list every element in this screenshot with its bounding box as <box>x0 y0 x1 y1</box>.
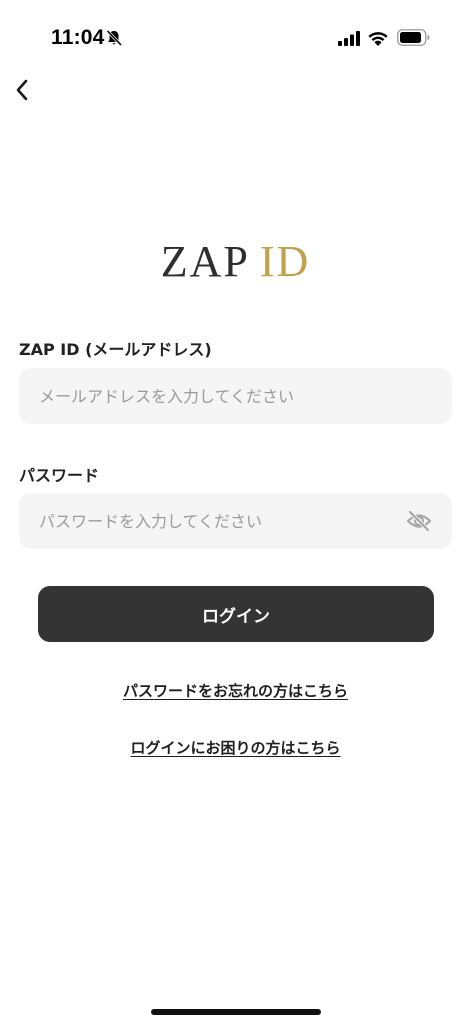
status-time: 11:04 <box>51 26 105 49</box>
back-button[interactable] <box>4 74 40 110</box>
status-bar: 11:04 <box>0 0 471 78</box>
logo-text-id: ID <box>259 237 311 286</box>
bell-muted-icon <box>105 29 123 47</box>
email-input[interactable] <box>19 368 452 424</box>
password-input[interactable] <box>19 493 452 549</box>
zap-id-logo: ZAP ID <box>0 236 471 288</box>
password-field-container <box>19 493 452 549</box>
home-indicator <box>151 1009 321 1015</box>
battery-icon <box>397 29 430 46</box>
email-field-container <box>19 368 452 424</box>
chevron-left-icon <box>14 78 30 106</box>
login-help-link[interactable]: ログインにお困りの方はこちら <box>0 737 471 758</box>
email-label: ZAP ID (メールアドレス) <box>19 340 212 359</box>
eye-off-icon[interactable] <box>406 509 432 533</box>
signal-icon <box>338 31 360 46</box>
wifi-icon <box>367 29 389 46</box>
logo-text-zap: ZAP <box>160 237 250 286</box>
login-button[interactable]: ログイン <box>38 586 434 642</box>
password-label: パスワード <box>19 466 100 485</box>
forgot-password-link[interactable]: パスワードをお忘れの方はこちら <box>0 680 471 701</box>
